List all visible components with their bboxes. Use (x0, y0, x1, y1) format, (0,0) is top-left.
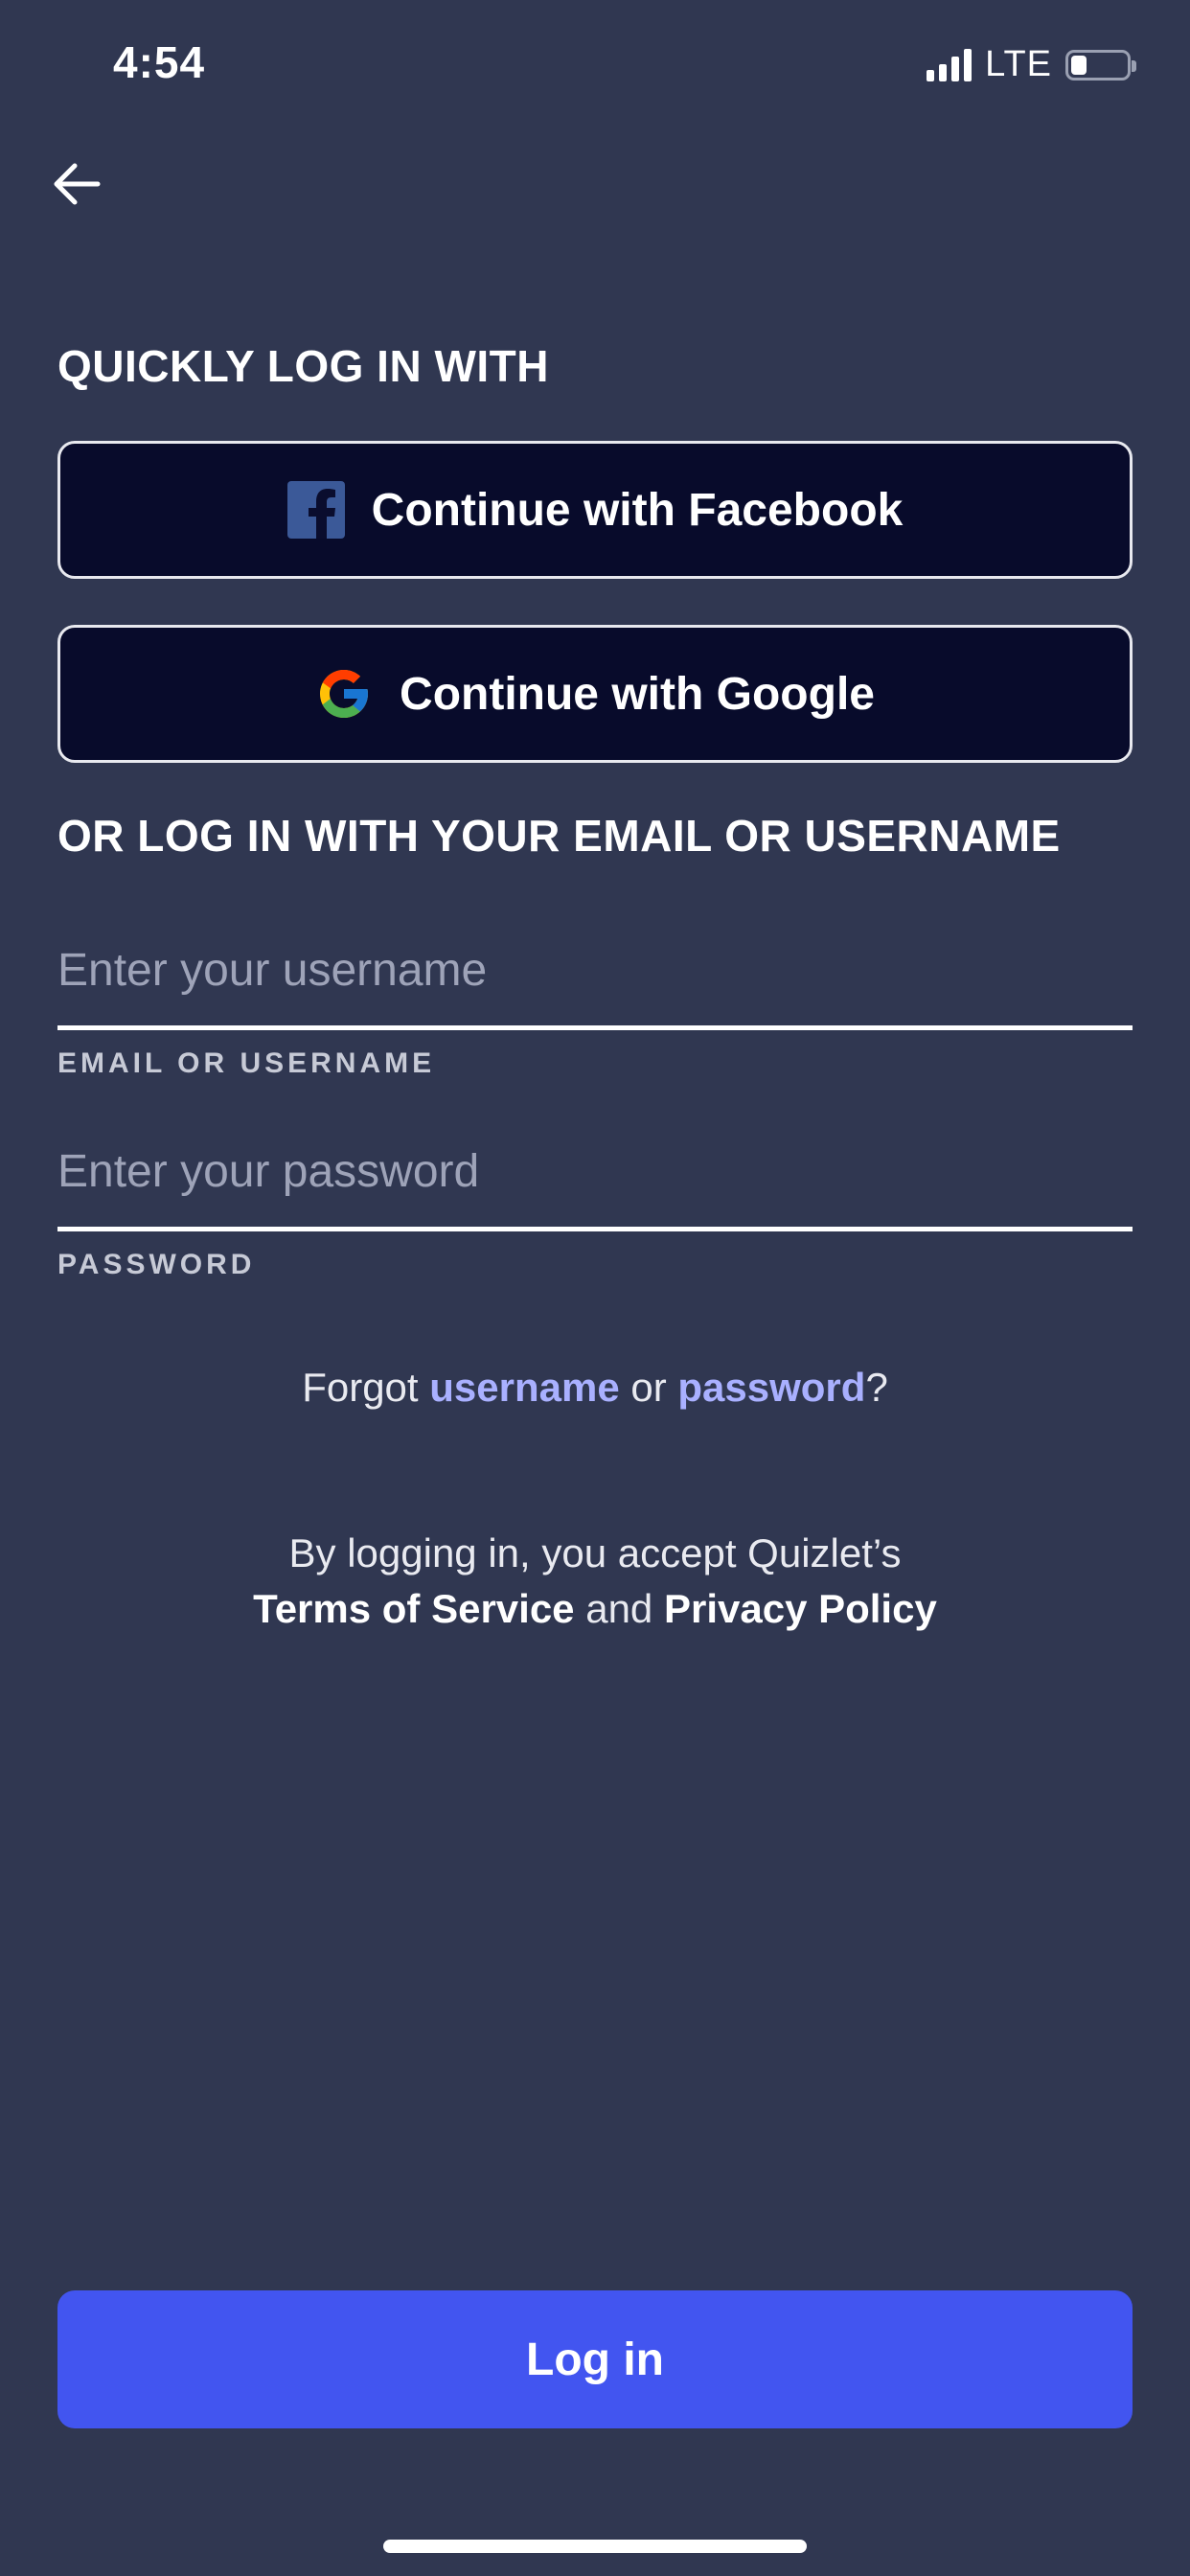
terms-and: and (574, 1586, 664, 1631)
username-field-label: EMAIL OR USERNAME (57, 1047, 436, 1079)
continue-with-google-button[interactable]: Continue with Google (57, 625, 1133, 763)
network-type: LTE (985, 44, 1052, 84)
forgot-middle: or (619, 1365, 678, 1410)
terms-of-service-link[interactable]: Terms of Service (253, 1586, 574, 1631)
status-indicators: LTE (927, 44, 1136, 85)
forgot-suffix: ? (865, 1365, 888, 1410)
back-arrow-icon[interactable] (50, 157, 103, 211)
username-input[interactable] (57, 944, 1133, 1030)
facebook-button-label: Continue with Facebook (371, 484, 904, 536)
terms-line-1: By logging in, you accept Quizlet’s (288, 1530, 902, 1576)
home-indicator (383, 2540, 807, 2553)
username-field-wrapper (57, 944, 1133, 1030)
terms-line-2: Terms of Service and Privacy Policy (0, 1581, 1190, 1637)
privacy-policy-link[interactable]: Privacy Policy (664, 1586, 937, 1631)
password-field-label: PASSWORD (57, 1249, 256, 1280)
quick-login-heading: QUICKLY LOG IN WITH (57, 341, 549, 391)
password-input[interactable] (57, 1145, 1133, 1231)
forgot-credentials-text: Forgot username or password? (0, 1365, 1190, 1411)
battery-icon (1065, 49, 1136, 80)
password-field-wrapper (57, 1145, 1133, 1231)
terms-text: By logging in, you accept Quizlet’s Term… (0, 1526, 1190, 1637)
google-icon (315, 665, 373, 723)
forgot-password-link[interactable]: password (677, 1365, 865, 1410)
facebook-icon (286, 481, 345, 539)
email-login-heading: OR LOG IN WITH YOUR EMAIL OR USERNAME (57, 811, 1061, 861)
status-time: 4:54 (113, 37, 206, 87)
signal-icon (927, 48, 973, 81)
forgot-username-link[interactable]: username (429, 1365, 619, 1410)
google-button-label: Continue with Google (400, 668, 875, 720)
forgot-prefix: Forgot (302, 1365, 430, 1410)
log-in-button[interactable]: Log in (57, 2290, 1133, 2428)
continue-with-facebook-button[interactable]: Continue with Facebook (57, 441, 1133, 579)
